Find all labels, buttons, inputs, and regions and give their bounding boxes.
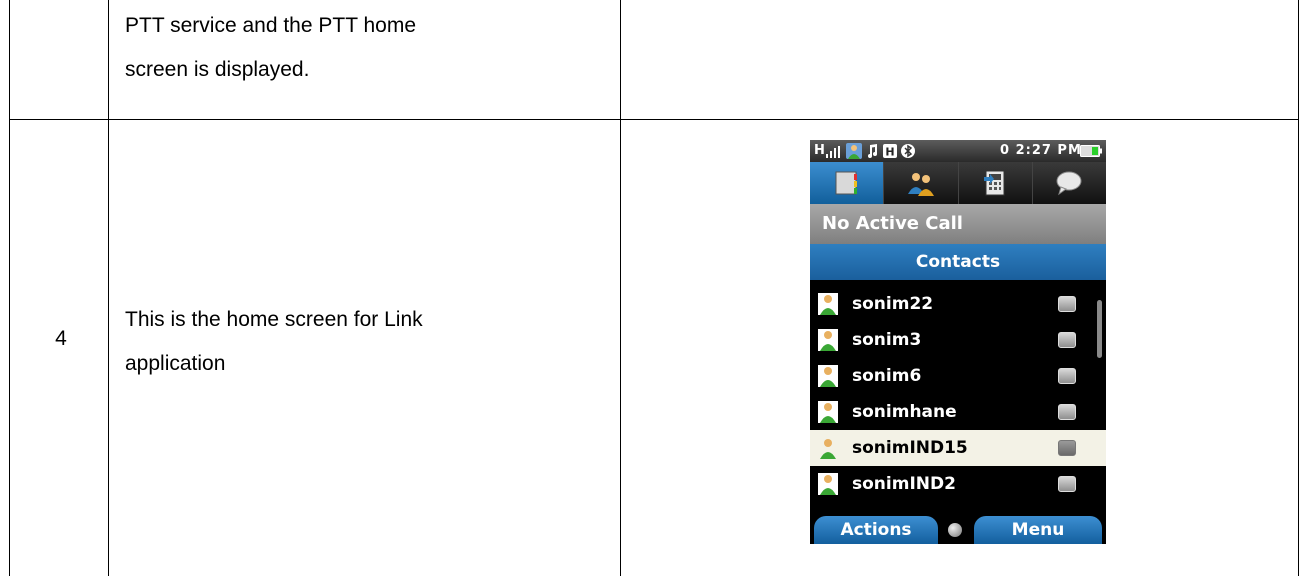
center-select-icon[interactable] [948,523,962,537]
contact-row[interactable]: sonim6 [810,358,1106,394]
network-type: H [814,143,825,158]
contact-checkbox[interactable] [1058,332,1076,348]
contact-checkbox[interactable] [1058,440,1076,456]
presence-icon [846,143,862,159]
contact-avatar-icon [818,437,838,459]
contact-avatar-icon [818,293,838,315]
row2-line-1: This is the home screen for Link [125,308,423,331]
row1-line-2: screen is displayed. [125,58,310,81]
contact-list: sonim22 sonim3 sonim6 sonimhane sonimIND… [810,286,1106,502]
tab-messages[interactable] [1032,162,1106,204]
hd-icon: H [883,144,897,159]
actions-softkey[interactable]: Actions [814,516,938,544]
phone-screen: H H 0 2:27 PM No Active Call Contacts so… [810,140,1106,544]
row2-description: This is the home screen for Link applica… [125,298,585,386]
ptt-list-icon [835,171,857,195]
list-scrollbar[interactable] [1097,300,1102,358]
tab-ptt-list[interactable] [810,162,885,204]
contact-checkbox[interactable] [1058,368,1076,384]
clock: 0 2:27 PM [1000,143,1082,158]
contact-avatar-icon [818,329,838,351]
contact-name: sonimhane [852,402,957,422]
menu-softkey[interactable]: Menu [974,516,1102,544]
row2-line-2: application [125,352,226,375]
bluetooth-icon [901,144,915,158]
contact-avatar-icon [818,473,838,495]
table-border-col2 [620,0,621,576]
contact-checkbox[interactable] [1058,476,1076,492]
table-border-left [9,0,10,576]
status-icons: H [846,142,916,160]
row1-description: PTT service and the PTT home screen is d… [125,4,585,92]
music-note-icon [868,144,877,158]
signal-icon [826,146,840,158]
contact-avatar-icon [818,401,838,423]
svg-text:H: H [885,146,894,159]
call-status-bar: No Active Call [810,204,1106,244]
contact-row[interactable]: sonimIND2 [810,466,1106,502]
contact-avatar-icon [818,365,838,387]
call-log-icon [984,170,1005,196]
contact-name: sonim6 [852,366,922,386]
softkey-bar: Actions Menu [810,516,1106,544]
table-row-divider [9,119,1299,120]
contact-row[interactable]: sonim3 [810,322,1106,358]
contact-name: sonim3 [852,330,922,350]
contact-name: sonim22 [852,294,934,314]
contact-name: sonimIND2 [852,474,956,494]
row1-line-1: PTT service and the PTT home [125,14,417,37]
contact-row[interactable]: sonim22 [810,286,1106,322]
contact-checkbox[interactable] [1058,404,1076,420]
status-bar: H H 0 2:27 PM [810,140,1106,162]
table-border-right [1298,0,1299,576]
tab-contacts[interactable] [884,162,959,204]
table-border-col1 [108,0,109,576]
tab-call-log[interactable] [958,162,1033,204]
contact-checkbox[interactable] [1058,296,1076,312]
step-number: 4 [55,327,67,350]
contacts-group-icon [907,173,934,196]
contact-row[interactable]: sonimhane [810,394,1106,430]
message-bubble-icon [1056,171,1082,196]
contact-row-selected[interactable]: sonimIND15 [810,430,1106,466]
battery-icon [1080,145,1102,157]
contact-name: sonimIND15 [852,438,968,458]
tab-bar [810,162,1106,204]
contacts-header: Contacts [810,244,1106,280]
